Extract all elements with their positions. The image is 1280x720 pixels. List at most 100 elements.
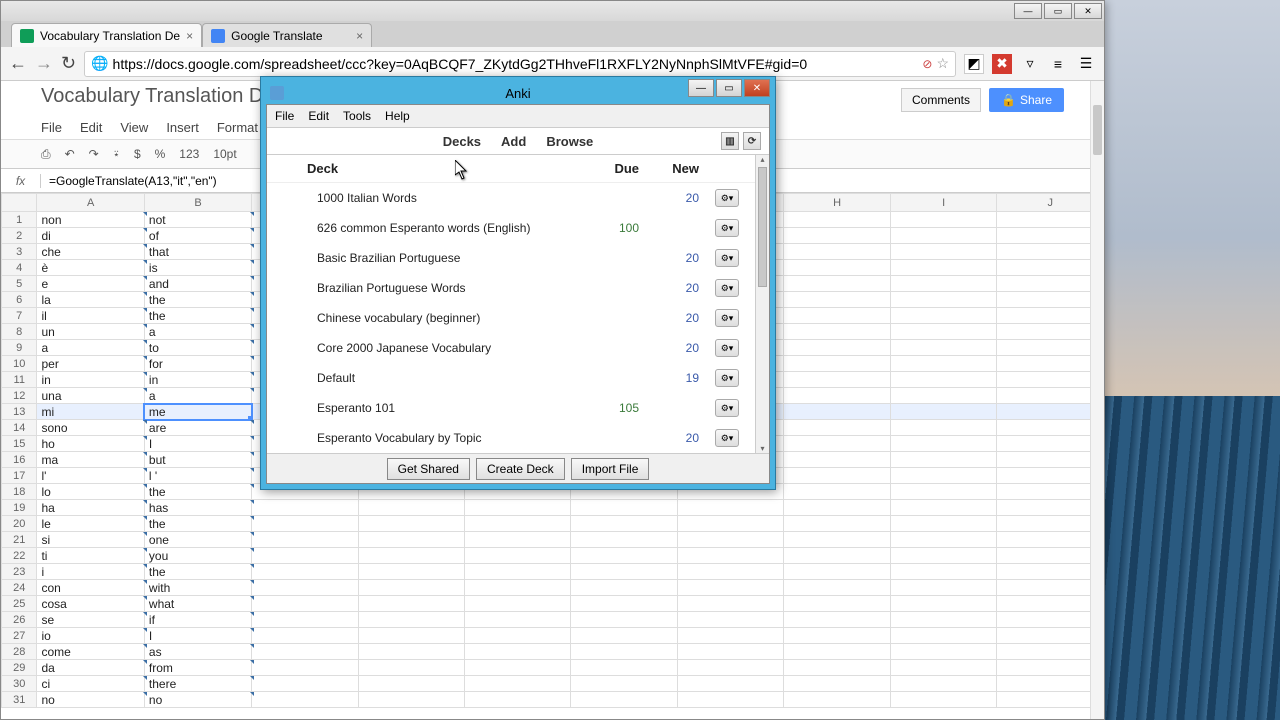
cell[interactable]: [571, 660, 677, 676]
cell[interactable]: a: [144, 324, 251, 340]
cell[interactable]: [252, 612, 358, 628]
deck-row[interactable]: Default19⚙▾: [267, 363, 769, 393]
deck-row[interactable]: 626 common Esperanto words (English)100⚙…: [267, 213, 769, 243]
col-header[interactable]: J: [997, 194, 1104, 212]
tab-close-icon[interactable]: ×: [186, 29, 193, 43]
cell[interactable]: [252, 676, 358, 692]
cell[interactable]: è: [37, 260, 144, 276]
cell[interactable]: [784, 372, 891, 388]
cell[interactable]: [784, 244, 891, 260]
row-number[interactable]: 15: [2, 436, 37, 452]
cell[interactable]: [358, 580, 464, 596]
adblock-icon[interactable]: ✖: [992, 54, 1012, 74]
extension-icon[interactable]: ◩: [964, 54, 984, 74]
import-file-button[interactable]: Import File: [571, 458, 650, 480]
cell[interactable]: [252, 580, 358, 596]
cell[interactable]: ti: [37, 548, 144, 564]
cell[interactable]: [465, 612, 571, 628]
cell[interactable]: [465, 660, 571, 676]
cell[interactable]: [997, 212, 1104, 228]
cell[interactable]: I: [144, 628, 251, 644]
cell[interactable]: [358, 692, 464, 708]
cell[interactable]: [784, 692, 891, 708]
row-number[interactable]: 3: [2, 244, 37, 260]
row-number[interactable]: 5: [2, 276, 37, 292]
cell[interactable]: [890, 324, 997, 340]
cell[interactable]: [997, 228, 1104, 244]
cell[interactable]: io: [37, 628, 144, 644]
cell[interactable]: [997, 676, 1104, 692]
cell[interactable]: the: [144, 308, 251, 324]
cell[interactable]: [465, 692, 571, 708]
cell[interactable]: [997, 500, 1104, 516]
cell[interactable]: [784, 292, 891, 308]
cell[interactable]: [890, 452, 997, 468]
cell[interactable]: [997, 276, 1104, 292]
cell[interactable]: [358, 660, 464, 676]
row-number[interactable]: 19: [2, 500, 37, 516]
cell[interactable]: [677, 676, 783, 692]
cell[interactable]: if: [144, 612, 251, 628]
cell[interactable]: [571, 644, 677, 660]
cell[interactable]: [997, 468, 1104, 484]
cell[interactable]: e: [37, 276, 144, 292]
cell[interactable]: [997, 484, 1104, 500]
deck-options-button[interactable]: ⚙▾: [715, 219, 739, 237]
cell[interactable]: [997, 420, 1104, 436]
cell[interactable]: come: [37, 644, 144, 660]
cell[interactable]: l ': [144, 468, 251, 484]
tab-add[interactable]: Add: [501, 134, 526, 149]
row-number[interactable]: 24: [2, 580, 37, 596]
tab-close-icon[interactable]: ×: [356, 29, 363, 43]
cell[interactable]: [465, 564, 571, 580]
cell[interactable]: [677, 612, 783, 628]
cell[interactable]: [997, 548, 1104, 564]
cell[interactable]: [997, 692, 1104, 708]
cell[interactable]: per: [37, 356, 144, 372]
row-number[interactable]: 17: [2, 468, 37, 484]
cell[interactable]: are: [144, 420, 251, 436]
cell[interactable]: [997, 660, 1104, 676]
cell[interactable]: [571, 500, 677, 516]
cell[interactable]: [997, 356, 1104, 372]
clear-url-icon[interactable]: ⊘: [922, 57, 932, 71]
row-number[interactable]: 27: [2, 628, 37, 644]
cell[interactable]: una: [37, 388, 144, 404]
tab-browse[interactable]: Browse: [546, 134, 593, 149]
anki-menu-tools[interactable]: Tools: [343, 109, 371, 123]
scrollbar-thumb[interactable]: [1093, 105, 1102, 155]
cell[interactable]: [252, 660, 358, 676]
cell[interactable]: [997, 436, 1104, 452]
cell[interactable]: con: [37, 580, 144, 596]
sheet-row[interactable]: 21sione: [2, 532, 1104, 548]
share-button[interactable]: 🔒Share: [989, 88, 1064, 112]
cell[interactable]: ho: [37, 436, 144, 452]
cell[interactable]: un: [37, 324, 144, 340]
pocket-icon[interactable]: ▿: [1020, 54, 1040, 74]
deck-options-button[interactable]: ⚙▾: [715, 339, 739, 357]
cell[interactable]: [890, 420, 997, 436]
cell[interactable]: [465, 644, 571, 660]
col-header[interactable]: A: [37, 194, 144, 212]
cell[interactable]: [358, 516, 464, 532]
cell[interactable]: [890, 516, 997, 532]
row-number[interactable]: 16: [2, 452, 37, 468]
cell[interactable]: [571, 580, 677, 596]
row-number[interactable]: 30: [2, 676, 37, 692]
cell[interactable]: no: [144, 692, 251, 708]
cell[interactable]: di: [37, 228, 144, 244]
cell[interactable]: the: [144, 292, 251, 308]
cell[interactable]: [252, 628, 358, 644]
cell[interactable]: [784, 660, 891, 676]
cell[interactable]: [890, 484, 997, 500]
col-header[interactable]: I: [890, 194, 997, 212]
cell[interactable]: has: [144, 500, 251, 516]
row-number[interactable]: 6: [2, 292, 37, 308]
cell[interactable]: [784, 468, 891, 484]
forward-button[interactable]: →: [35, 53, 53, 74]
cell[interactable]: but: [144, 452, 251, 468]
cell[interactable]: lo: [37, 484, 144, 500]
cell[interactable]: you: [144, 548, 251, 564]
cell[interactable]: [252, 548, 358, 564]
formula-input[interactable]: =GoogleTranslate(A13,"it","en"): [41, 174, 225, 188]
